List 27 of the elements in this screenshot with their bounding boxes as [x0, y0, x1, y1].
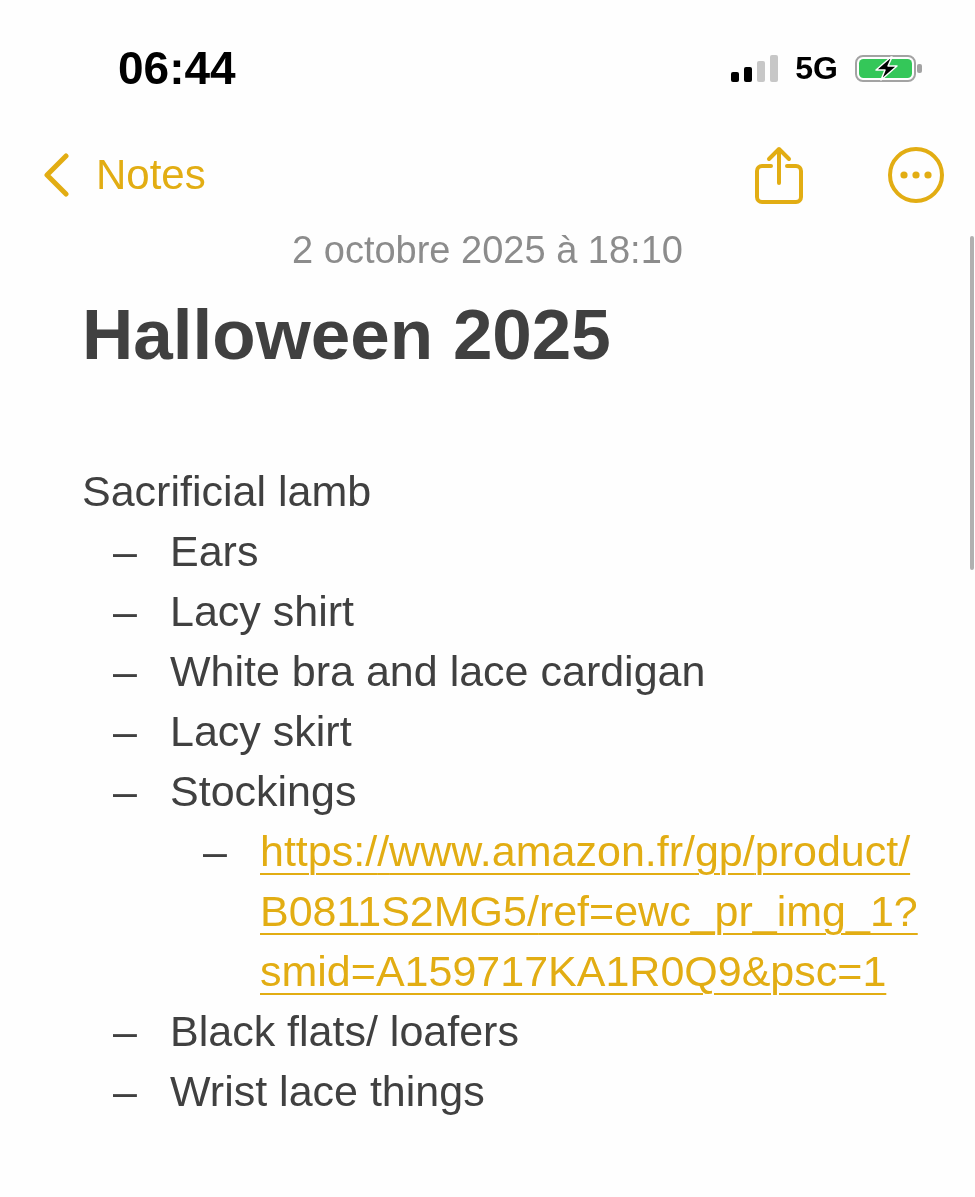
list-item-text: Stockings: [170, 766, 357, 817]
list-dash: –: [113, 707, 137, 755]
status-time: 06:44: [118, 45, 236, 91]
list-dash: –: [203, 827, 227, 875]
list-item-text: White bra and lace cardigan: [170, 646, 706, 697]
chevron-left-icon: [42, 153, 70, 197]
network-label: 5G: [795, 52, 838, 84]
list-item-text: Wrist lace things: [170, 1066, 485, 1117]
share-icon[interactable]: [754, 146, 804, 204]
list-item-text: Ears: [170, 526, 259, 577]
more-icon[interactable]: [888, 147, 944, 203]
battery-charging-icon: [855, 54, 922, 82]
list-item-text: Black flats/ loafers: [170, 1006, 519, 1057]
note-title: Halloween 2025: [82, 294, 611, 376]
product-link[interactable]: https://www.amazon.fr/gp/product/B0811S2MG5/ref=ewc_pr_img_1?smid=A159717KA1R0Q9&psc=1: [260, 821, 945, 1001]
note-date: 2 octobre 2025 à 18:10: [292, 228, 683, 273]
signal-icon: [731, 54, 779, 82]
list-dash: –: [113, 767, 137, 815]
list-item-text: Lacy skirt: [170, 706, 352, 757]
list-dash: –: [113, 647, 137, 695]
list-dash: –: [113, 1007, 137, 1055]
note-text: Sacrificial lamb: [82, 466, 372, 517]
list-dash: –: [113, 527, 137, 575]
list-dash: –: [113, 587, 137, 635]
back-button[interactable]: Notes: [42, 153, 206, 197]
list-item-text: Lacy shirt: [170, 586, 354, 637]
list-dash: –: [113, 1067, 137, 1115]
